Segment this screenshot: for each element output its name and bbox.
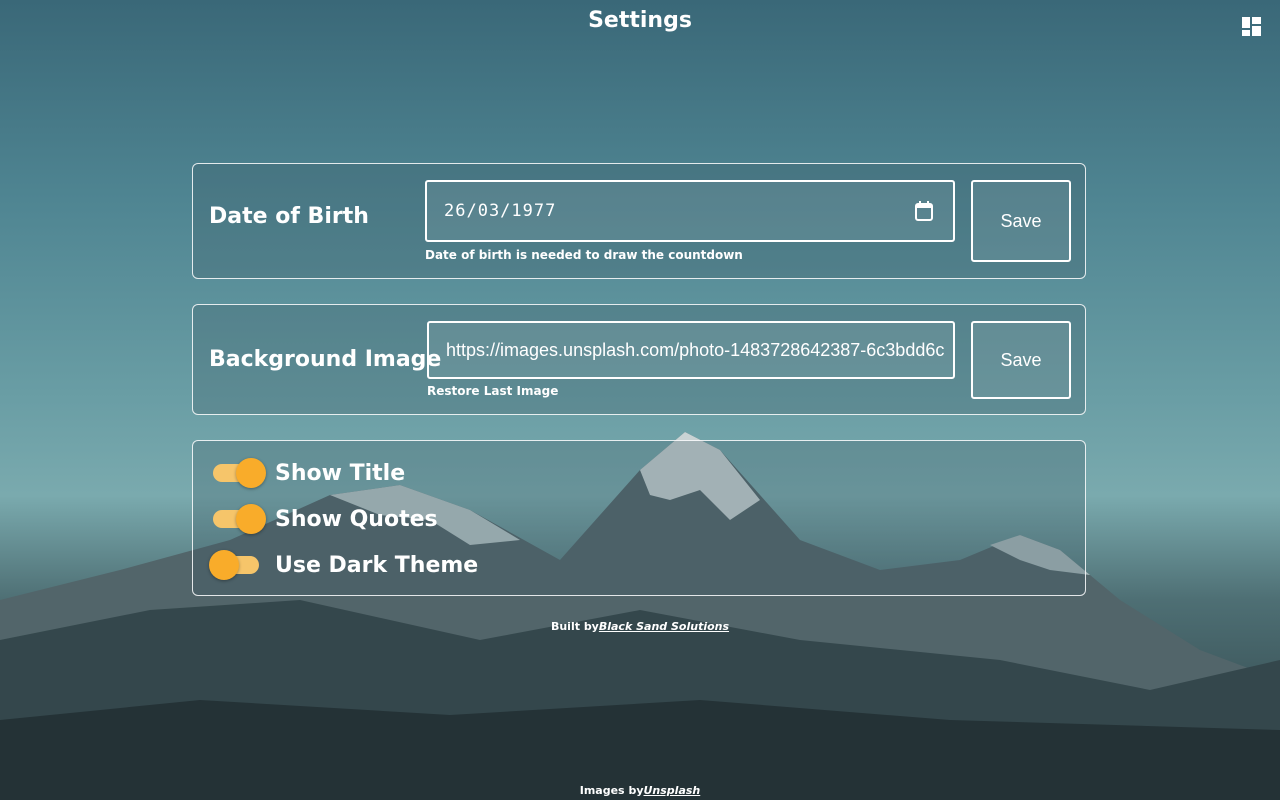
dashboard-layout-icon[interactable] bbox=[1242, 17, 1261, 36]
background-image-url-value: https://images.unsplash.com/photo-148372… bbox=[446, 339, 945, 360]
built-by-prefix: Built by bbox=[550, 620, 599, 633]
black-sand-solutions-link[interactable]: Black Sand Solutions bbox=[599, 620, 729, 633]
date-of-birth-input[interactable]: 26/03/1977 bbox=[425, 180, 955, 242]
toggle-thumb bbox=[209, 550, 239, 580]
built-by-credit: Built byBlack Sand Solutions bbox=[0, 620, 1280, 633]
images-credit: Images byUnsplash bbox=[0, 784, 1280, 797]
show-quotes-row: Show Quotes bbox=[209, 502, 438, 536]
background-image-panel: Background Image https://images.unsplash… bbox=[192, 304, 1086, 415]
show-quotes-label: Show Quotes bbox=[275, 506, 438, 532]
background-image-label: Background Image bbox=[209, 347, 442, 372]
unsplash-link[interactable]: Unsplash bbox=[643, 784, 700, 797]
restore-last-image-link[interactable]: Restore Last Image bbox=[427, 384, 558, 398]
background-image-url-input[interactable]: https://images.unsplash.com/photo-148372… bbox=[427, 321, 955, 379]
use-dark-theme-toggle[interactable] bbox=[209, 548, 263, 582]
show-title-row: Show Title bbox=[209, 456, 405, 490]
date-of-birth-value: 26/03/1977 bbox=[444, 201, 557, 221]
date-of-birth-panel: Date of Birth 26/03/1977 Date of birth i… bbox=[192, 163, 1086, 279]
toggle-thumb bbox=[236, 458, 266, 488]
page-title: Settings bbox=[588, 8, 692, 33]
save-background-image-button[interactable]: Save bbox=[971, 321, 1071, 399]
images-credit-prefix: Images by bbox=[579, 784, 644, 797]
save-date-of-birth-button[interactable]: Save bbox=[971, 180, 1071, 262]
date-of-birth-helper: Date of birth is needed to draw the coun… bbox=[425, 248, 743, 262]
show-quotes-toggle[interactable] bbox=[209, 502, 266, 536]
use-dark-theme-row: Use Dark Theme bbox=[209, 548, 478, 582]
display-options-panel: Show Title Show Quotes Use Dark Theme bbox=[192, 440, 1086, 596]
calendar-icon[interactable] bbox=[915, 201, 933, 221]
toggle-thumb bbox=[236, 504, 266, 534]
show-title-toggle[interactable] bbox=[209, 456, 266, 490]
show-title-label: Show Title bbox=[275, 460, 406, 486]
date-of-birth-label: Date of Birth bbox=[209, 204, 369, 229]
use-dark-theme-label: Use Dark Theme bbox=[275, 552, 479, 578]
